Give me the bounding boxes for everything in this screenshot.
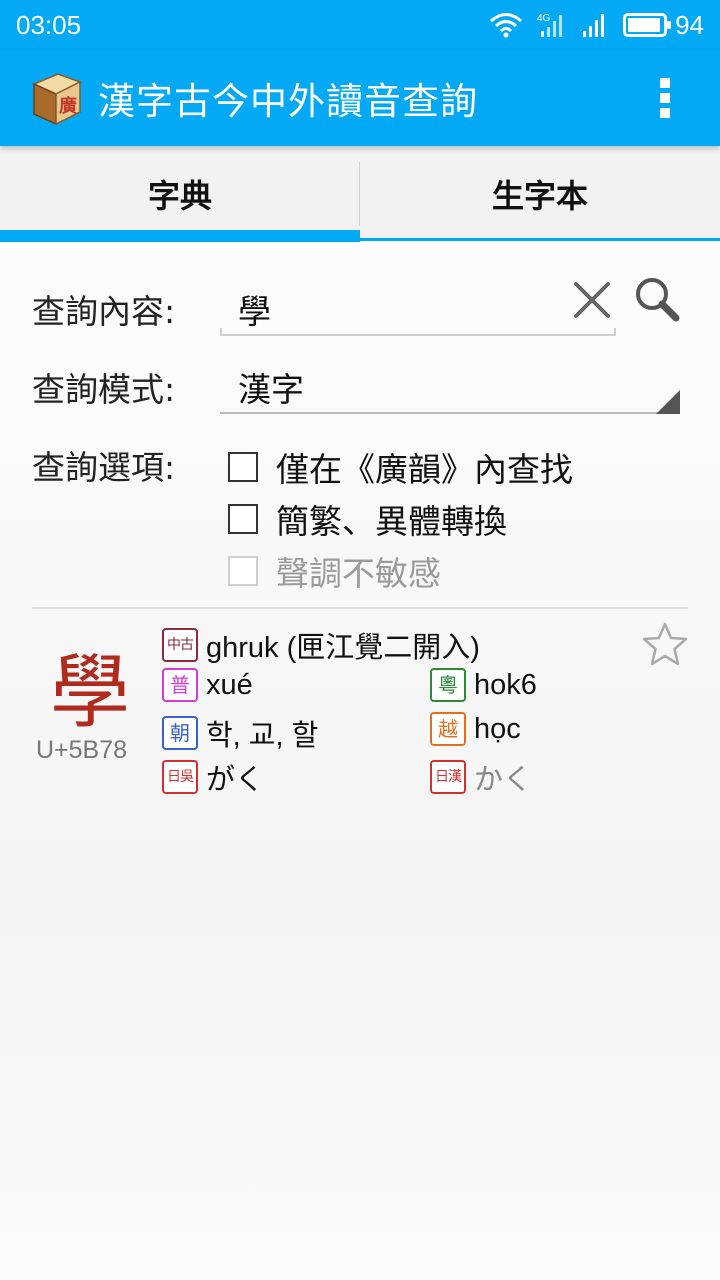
- app-title: 漢字古今中外讀音查詢: [98, 80, 478, 123]
- favorite-star-icon[interactable]: [640, 620, 690, 670]
- tab-divider: [359, 162, 360, 226]
- reading-korean: 朝 학, 교, 할: [162, 712, 318, 754]
- search-icon[interactable]: [632, 274, 682, 324]
- result-character: 學: [50, 646, 130, 739]
- checkbox-guangyun-only[interactable]: [228, 452, 258, 482]
- search-input[interactable]: 學: [238, 285, 271, 333]
- reading-cantonese: 粵 hok6: [430, 668, 537, 702]
- reading-mandarin: 普 xué: [162, 668, 253, 702]
- mode-select[interactable]: 漢字: [238, 363, 304, 411]
- reading-japanese-kan-on: 日漢 かく: [430, 756, 532, 798]
- reading-text: ghruk (匣江覺二開入): [206, 632, 480, 664]
- tab-vocabulary-book[interactable]: 生字本: [360, 146, 720, 242]
- tab-dictionary-label: 字典: [147, 177, 212, 215]
- search-input-underline: [220, 328, 616, 336]
- battery-indicator: 94: [623, 10, 704, 41]
- reading-middle-chinese: 中古 ghruk (匣江覺二開入): [162, 624, 480, 666]
- options-label: 查詢選項:: [32, 448, 176, 487]
- badge-middle-chinese-icon: 中古: [162, 628, 198, 662]
- reading-text: かく: [474, 764, 533, 796]
- app-logo-char: 廣: [59, 95, 77, 117]
- network-label: 4G: [537, 13, 551, 24]
- badge-vietnamese-icon: 越: [430, 712, 466, 746]
- reading-japanese-go-on: 日吳 がく: [162, 756, 264, 798]
- badge-japanese-go-on-icon: 日吳: [162, 760, 198, 794]
- tab-vocabulary-book-label: 生字本: [491, 177, 588, 215]
- reading-text: xué: [206, 668, 253, 701]
- option-tone-insensitive: 聲調不敏感: [228, 547, 441, 595]
- clear-icon[interactable]: [570, 278, 614, 322]
- tab-underline: [360, 238, 720, 241]
- reading-text: học: [474, 712, 521, 745]
- checkbox-simplified-traditional[interactable]: [228, 504, 258, 534]
- app-logo-book-icon: 廣: [28, 70, 84, 126]
- badge-korean-icon: 朝: [162, 716, 198, 750]
- badge-mandarin-icon: 普: [162, 668, 198, 702]
- result-codepoint: U+5B78: [36, 736, 128, 764]
- battery-fill: [628, 18, 660, 32]
- overflow-menu-icon[interactable]: [658, 78, 672, 118]
- option-guangyun-only[interactable]: 僅在《廣韻》內查找: [228, 443, 573, 491]
- option-tone-insensitive-label: 聲調不敏感: [276, 554, 441, 593]
- wifi-icon: [489, 12, 523, 38]
- checkbox-tone-insensitive: [228, 556, 258, 586]
- status-time: 03:05: [16, 9, 82, 40]
- reading-vietnamese: 越 học: [430, 712, 521, 746]
- app-bar: 廣 漢字古今中外讀音查詢: [0, 50, 720, 146]
- tab-bar: 字典 生字本: [0, 146, 720, 242]
- battery-level: 94: [675, 9, 704, 40]
- section-divider: [32, 607, 688, 609]
- badge-japanese-kan-on-icon: 日漢: [430, 760, 466, 794]
- tab-dictionary[interactable]: 字典: [0, 146, 360, 242]
- mode-label: 查詢模式:: [32, 370, 176, 409]
- status-bar: 03:05 4G 94: [0, 0, 720, 50]
- battery-icon: [623, 13, 672, 37]
- status-icons: 4G 94: [489, 10, 704, 41]
- dropdown-caret-icon[interactable]: [656, 390, 680, 414]
- query-label: 查詢內容:: [32, 292, 176, 331]
- reading-text: 학, 교, 할: [206, 720, 319, 752]
- badge-cantonese-icon: 粵: [430, 668, 466, 702]
- tab-selected-indicator: [0, 230, 360, 242]
- option-simplified-traditional[interactable]: 簡繁、異體轉換: [228, 495, 507, 543]
- option-guangyun-only-label: 僅在《廣韻》內查找: [276, 450, 573, 489]
- reading-text: hok6: [474, 668, 537, 701]
- option-simplified-traditional-label: 簡繁、異體轉換: [276, 502, 507, 541]
- signal-icon: [581, 11, 609, 39]
- cellular-4g-icon: 4G: [537, 11, 567, 39]
- reading-text: がく: [206, 764, 265, 796]
- mode-select-underline: [220, 412, 680, 414]
